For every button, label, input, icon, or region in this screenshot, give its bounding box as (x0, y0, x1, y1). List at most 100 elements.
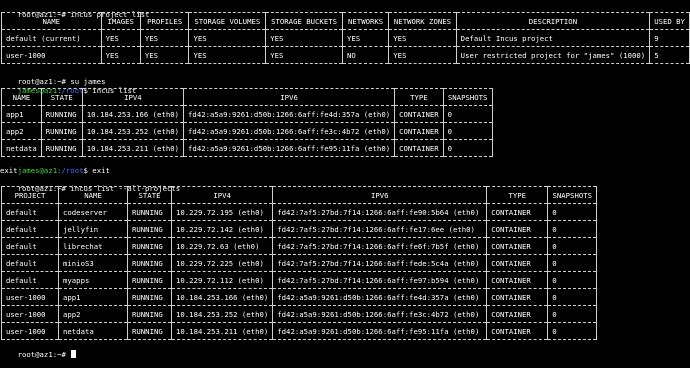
table-cell: 10.184.253.211 (eth0) (81, 139, 185, 157)
table-cell: fd42:a5a9:9261:d50b:1266:6aff:fe4d:357a … (272, 288, 488, 306)
table-cell: librechat (58, 237, 128, 255)
table-cell: CONTAINER (486, 322, 549, 340)
table-cell: app2 (58, 305, 128, 323)
prompt-line-6[interactable]: root@az1:~# (0, 341, 77, 359)
table-cell: CONTAINER (394, 139, 444, 157)
table-cell: 0 (547, 203, 598, 221)
prompt-line-1: root@az1:~# incus project list (0, 1, 150, 19)
table-cell: RUNNING (127, 322, 172, 340)
table-cell: jellyfin (58, 220, 128, 238)
prompt-line-2: root@az1:~# su james (0, 68, 106, 86)
table-cell: YES (100, 29, 141, 47)
all-projects-table: PROJECT NAME STATE IPV4 IPV6 TYPE SNAPSHOTS def… (1, 186, 598, 340)
table-cell: default (1, 271, 59, 289)
table-cell: 10.184.253.166 (eth0) (81, 105, 185, 123)
table-cell: YES (265, 46, 343, 64)
table-cell: fd42:a5a9:9261:d50b:1266:6aff:fe95:11fa … (272, 322, 488, 340)
exit-output: exit (0, 166, 18, 175)
project-list-table: NAME IMAGES PROFILES STORAGE VOLUMES STORAGE… (1, 12, 690, 64)
table-cell: CONTAINER (394, 105, 444, 123)
table-cell: 0 (442, 122, 493, 140)
table-cell: YES (188, 29, 267, 47)
prompt-line-3: james@az1:/root$ incus list (0, 77, 137, 95)
table-cell: YES (139, 46, 190, 64)
table-cell: codeserver (58, 203, 128, 221)
table-cell: YES (341, 29, 390, 47)
table-cell: fd42:7af5:27bd:7f14:1266:6aff:fe6f:7b5f … (272, 237, 488, 255)
table-cell: default (current) (1, 29, 102, 47)
table-cell: user-1000 (1, 288, 59, 306)
user-instance-table: NAME STATE IPV4 IPV6 TYPE SNAPSHOTS app1 RUNNIN… (1, 88, 493, 157)
table-cell: myapps (58, 271, 128, 289)
table-cell: 0 (547, 237, 598, 255)
table-cell: Default Incus project (455, 29, 651, 47)
table-cell: fd42:a5a9:9261:d50b:1266:6aff:fe3c:4b72 … (272, 305, 488, 323)
table-cell: 0 (547, 220, 598, 238)
table-cell: 10.229.72.195 (eth0) (170, 203, 274, 221)
column-header: NAME (1, 12, 102, 30)
table-cell: user-1000 (1, 322, 59, 340)
table-cell: RUNNING (40, 139, 83, 157)
table-cell: YES (100, 46, 141, 64)
root-prompt: root@az1:~# (17, 350, 66, 359)
table-cell: fd42:7af5:27bd:7f14:1266:6aff:fede:5c4a … (272, 254, 488, 272)
column-header: PROJECT (1, 186, 59, 204)
table-row: default codeserver RUNNING 10.229.72.195 (e… (1, 203, 598, 221)
table-cell: user-1000 (1, 305, 59, 323)
table-cell: fd42:a5a9:9261:d50b:1266:6aff:fe95:11fa … (183, 139, 396, 157)
table-cell: YES (388, 29, 457, 47)
table-cell: 10.229.72.63 (eth0) (170, 237, 274, 255)
table-cell: 0 (547, 271, 598, 289)
prompt-symbol: $ (83, 166, 88, 175)
table-cell: netdata (58, 322, 128, 340)
cursor-block (71, 350, 77, 358)
table-cell: RUNNING (127, 254, 172, 272)
table-cell: fd42:a5a9:9261:d50b:1266:6aff:fe4d:357a … (183, 105, 396, 123)
table-cell: YES (388, 46, 457, 64)
table-row: user-1000 netdata RUNNING 10.184.253.211 (e… (1, 322, 598, 340)
prompt-line-5: root@az1:~# incus list --all-projects (0, 175, 181, 193)
table-row: default (current) YES YES YES YES YES YES Defau… (1, 29, 690, 47)
table-cell: 0 (547, 288, 598, 306)
table-cell: 5 (649, 46, 690, 64)
table-cell: CONTAINER (486, 237, 549, 255)
column-header: STORAGE BUCKETS (265, 12, 343, 30)
table-cell: fd42:7af5:27bd:7f14:1266:6aff:fe90:5b64 … (272, 203, 488, 221)
table-cell: CONTAINER (486, 203, 549, 221)
prompt-line-4: james@az1:/root$ exit (0, 157, 110, 175)
column-header: NETWORKS (341, 12, 390, 30)
table-cell: 10.184.253.252 (eth0) (170, 305, 274, 323)
table-cell: RUNNING (127, 271, 172, 289)
table-row: netdata RUNNING 10.184.253.211 (eth0) fd42:… (1, 139, 493, 157)
table-cell: 10.229.72.225 (eth0) (170, 254, 274, 272)
table-header-row: NAME IMAGES PROFILES STORAGE VOLUMES STORAGE… (1, 12, 690, 30)
table-cell: fd42:7af5:27bd:7f14:1266:6aff:fe97:b594 … (272, 271, 488, 289)
table-cell: app2 (1, 122, 42, 140)
table-cell: YES (265, 29, 343, 47)
column-header: STORAGE VOLUMES (188, 12, 267, 30)
table-cell: RUNNING (127, 237, 172, 255)
column-header: IPV4 (170, 186, 274, 204)
table-cell: NO (341, 46, 390, 64)
table-cell: CONTAINER (486, 220, 549, 238)
table-cell: default (1, 254, 59, 272)
prompt-path: /root (61, 166, 84, 175)
table-header-row: PROJECT NAME STATE IPV4 IPV6 TYPE SNAPSHOTS (1, 186, 598, 204)
table-cell: RUNNING (127, 220, 172, 238)
table-cell: CONTAINER (486, 271, 549, 289)
table-cell: 0 (547, 254, 598, 272)
table-cell: default (1, 220, 59, 238)
table-cell: RUNNING (127, 305, 172, 323)
column-header: USED BY (649, 12, 690, 30)
table-cell: CONTAINER (486, 254, 549, 272)
table-cell: 10.184.253.166 (eth0) (170, 288, 274, 306)
table-cell: 0 (547, 322, 598, 340)
table-cell: User restricted project for "james" (100… (455, 46, 651, 64)
column-header: NETWORK ZONES (388, 12, 457, 30)
table-cell: RUNNING (127, 288, 172, 306)
table-row: user-1000 app1 RUNNING 10.184.253.166 (eth0… (1, 288, 598, 306)
table-cell: default (1, 203, 59, 221)
column-header: IPV4 (81, 88, 185, 106)
table-cell: minioS3 (58, 254, 128, 272)
terminal-window[interactable]: root@az1:~# incus project list NAME IMAGE… (0, 0, 690, 359)
